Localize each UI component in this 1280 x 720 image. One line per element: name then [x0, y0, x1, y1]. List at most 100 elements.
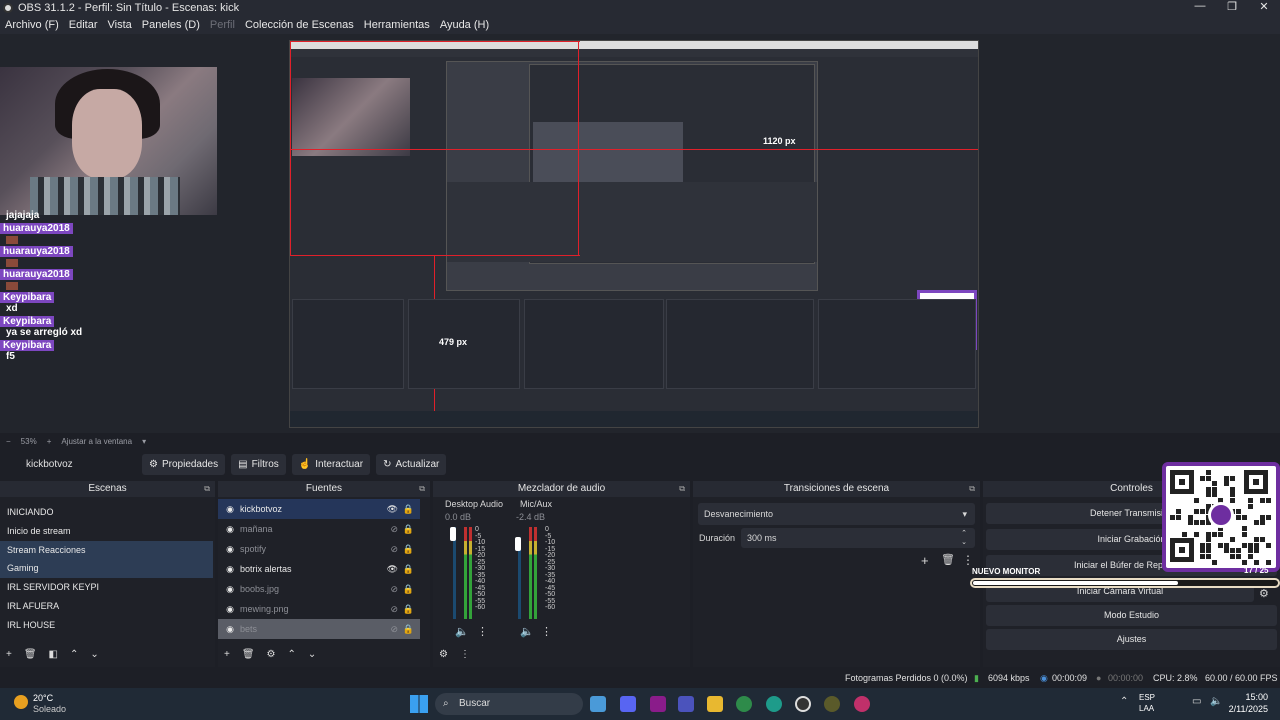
lock-icon[interactable]: 🔒 [403, 624, 414, 635]
source-item[interactable]: ◉ bets ⊘ 🔒 [218, 619, 420, 639]
lock-icon[interactable]: 🔒 [403, 584, 414, 595]
properties-button[interactable]: ⚙ Propiedades [142, 453, 226, 475]
source-item[interactable]: ◉ boobs.jpg ⊘ 🔒 [218, 579, 420, 599]
move-up-icon[interactable]: ⌃ [288, 649, 296, 660]
eye-off-icon[interactable]: ⊘ [390, 524, 398, 535]
scene-filters-icon[interactable]: ◧ [49, 649, 58, 660]
chrome-icon[interactable] [736, 696, 752, 712]
lock-icon[interactable]: 🔒 [403, 564, 414, 575]
app-icon[interactable] [824, 696, 840, 712]
scene-item[interactable]: INICIANDO [0, 503, 213, 522]
mic-speaker-icon[interactable]: 🔈 [520, 625, 534, 638]
eye-off-icon[interactable]: ⊘ [390, 584, 398, 595]
undock-icon[interactable]: ⧉ [419, 481, 425, 497]
copilot-icon[interactable] [590, 696, 606, 712]
close-icon[interactable]: ✕ [1248, 0, 1280, 13]
scene-item[interactable]: IRL HOUSE [0, 616, 213, 635]
menu-ayuda[interactable]: Ayuda (H) [435, 19, 494, 31]
source-item[interactable]: ◉ mewing.png ⊘ 🔒 [218, 599, 420, 619]
opera-icon[interactable] [650, 696, 666, 712]
duration-input[interactable]: 300 ms ⌃ ⌄ [741, 528, 975, 548]
scene-item[interactable]: Inicio de stream [0, 522, 213, 541]
discord-icon[interactable] [620, 696, 636, 712]
menu-perfil[interactable]: Perfil [205, 19, 240, 31]
source-item[interactable]: ◉ mañana ⊘ 🔒 [218, 519, 420, 539]
fit-window-label[interactable]: Ajustar a la ventana [61, 437, 132, 446]
move-up-icon[interactable]: ⌃ [70, 649, 78, 660]
eye-icon[interactable]: 👁 [387, 504, 398, 515]
mixer-menu-icon[interactable]: ⋮ [460, 649, 470, 660]
add-source-icon[interactable]: + [224, 649, 230, 660]
move-down-icon[interactable]: ⌄ [308, 649, 316, 660]
menu-archivo[interactable]: Archivo (F) [0, 19, 64, 31]
desktop-menu-icon[interactable]: ⋮ [477, 625, 488, 638]
mic-menu-icon[interactable]: ⋮ [541, 625, 552, 638]
menu-coleccion-escenas[interactable]: Colección de Escenas [240, 19, 359, 31]
scene-item[interactable]: Stream Reacciones [0, 540, 213, 560]
menu-editar[interactable]: Editar [64, 19, 103, 31]
lock-icon[interactable]: 🔒 [403, 544, 414, 555]
add-transition-icon[interactable]: + [921, 553, 929, 568]
volume-icon[interactable]: 🔈 [1210, 696, 1222, 707]
refresh-button[interactable]: ↻ Actualizar [376, 453, 447, 475]
eye-off-icon[interactable]: ⊘ [390, 544, 398, 555]
pin-app-icon[interactable] [854, 696, 870, 712]
lock-icon[interactable]: 🔒 [403, 504, 414, 515]
clock-time[interactable]: 15:00 [1232, 692, 1268, 702]
studio-mode-button[interactable]: Modo Estudio [986, 605, 1277, 626]
menu-vista[interactable]: Vista [103, 19, 137, 31]
filters-button[interactable]: ▤ Filtros [231, 453, 286, 475]
interact-button[interactable]: ☝ Interactuar [291, 453, 371, 475]
clock-date[interactable]: 2/11/2025 [1222, 704, 1268, 714]
undock-icon[interactable]: ⧉ [204, 481, 210, 497]
minimize-icon[interactable]: — [1184, 0, 1216, 13]
source-item[interactable]: ◉ botrix alertas 👁 🔒 [218, 559, 420, 579]
transition-select[interactable]: Desvanecimiento ▾ [698, 503, 975, 525]
maximize-icon[interactable]: ❐ [1216, 0, 1248, 13]
eye-off-icon[interactable]: ⊘ [390, 624, 398, 635]
spinner-icon[interactable]: ⌃ ⌄ [961, 529, 967, 547]
settings-button[interactable]: Ajustes [986, 629, 1277, 650]
desktop-volume-slider[interactable] [450, 527, 456, 541]
eye-off-icon[interactable]: ⊘ [390, 604, 398, 615]
chat-emote-icon [6, 236, 18, 244]
qr-module [1200, 548, 1205, 554]
lang-1[interactable]: ESP [1139, 693, 1155, 702]
file-explorer-icon[interactable] [707, 696, 723, 712]
transition-menu-icon[interactable]: ⋮ [962, 553, 974, 567]
network-icon[interactable]: ▭ [1192, 696, 1201, 707]
eye-icon[interactable]: 👁 [387, 564, 398, 575]
virtual-camera-settings-icon[interactable]: ⚙ [1259, 587, 1269, 600]
scene-item[interactable]: IRL SERVIDOR KEYPI [0, 578, 213, 597]
remove-transition-icon[interactable]: 🗑 [941, 553, 955, 566]
mixer-advanced-icon[interactable]: ⚙ [439, 649, 448, 660]
lang-2[interactable]: LAA [1139, 704, 1154, 713]
source-properties-icon[interactable]: ⚙ [267, 649, 276, 660]
chrome-profile-icon[interactable] [766, 696, 782, 712]
remove-scene-icon[interactable]: 🗑 [24, 649, 37, 660]
windows-start-icon[interactable] [410, 695, 428, 713]
source-item[interactable]: ◉ spotify ⊘ 🔒 [218, 539, 420, 559]
scene-item[interactable]: Gaming [0, 559, 213, 579]
source-item[interactable]: ◉ kickbotvoz 👁 🔒 [218, 499, 420, 519]
mic-volume-slider[interactable] [515, 537, 521, 551]
undock-icon[interactable]: ⧉ [679, 481, 685, 497]
zoom-dropdown-icon[interactable]: ▾ [142, 437, 146, 446]
obs-taskbar-icon[interactable] [795, 696, 811, 712]
menu-herramientas[interactable]: Herramientas [359, 19, 435, 31]
lock-icon[interactable]: 🔒 [403, 604, 414, 615]
zoom-out-icon[interactable]: − [6, 437, 11, 446]
teams-icon[interactable] [678, 696, 694, 712]
desktop-speaker-icon[interactable]: 🔈 [455, 625, 469, 638]
move-down-icon[interactable]: ⌄ [90, 649, 98, 660]
tray-expand-icon[interactable]: ⌃ [1120, 696, 1128, 707]
menu-paneles[interactable]: Paneles (D) [137, 19, 205, 31]
qr-module [1224, 542, 1229, 548]
scene-item[interactable]: IRL AFUERA [0, 597, 213, 616]
remove-source-icon[interactable]: 🗑 [242, 649, 255, 660]
undock-icon[interactable]: ⧉ [969, 481, 975, 497]
add-scene-icon[interactable]: + [6, 649, 12, 660]
lock-icon[interactable]: 🔒 [403, 524, 414, 535]
zoom-in-icon[interactable]: + [47, 437, 52, 446]
taskbar-search[interactable]: ⌕ Buscar [435, 693, 583, 715]
